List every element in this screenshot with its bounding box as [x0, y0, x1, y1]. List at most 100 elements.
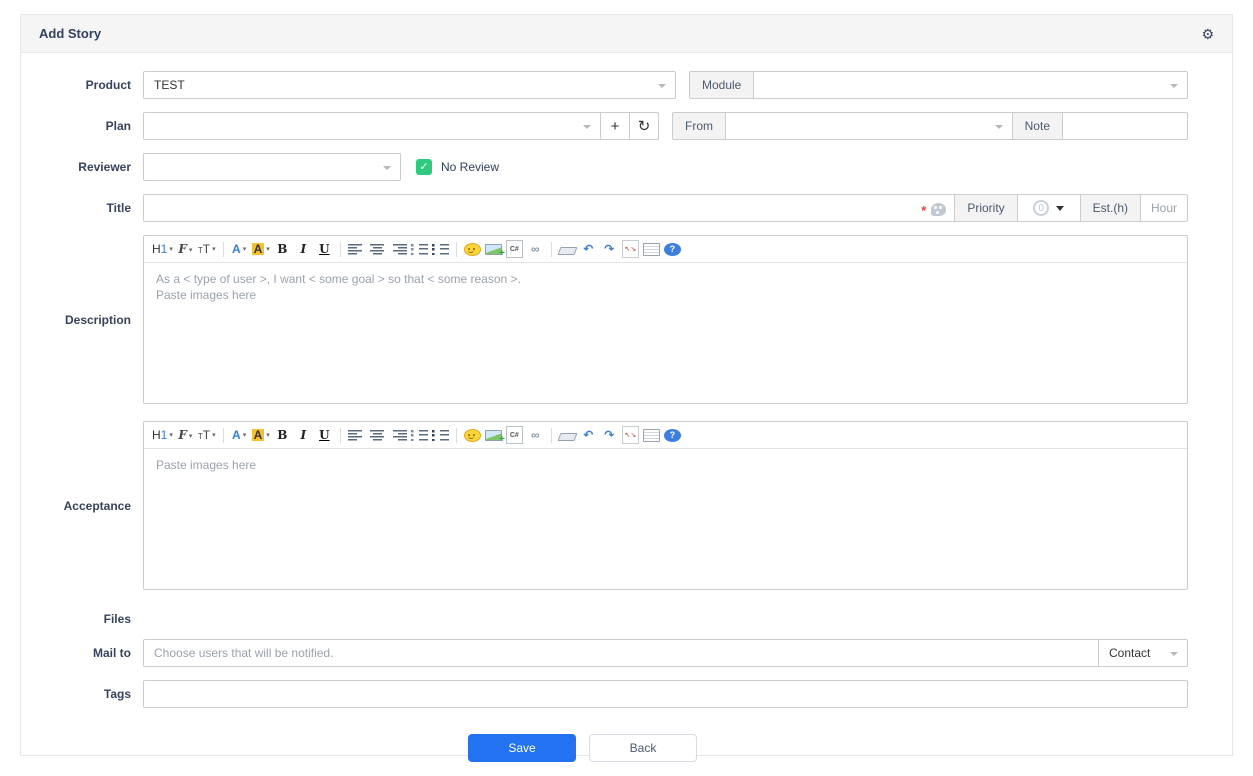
align-right-icon[interactable]: [389, 243, 407, 255]
product-select[interactable]: TEST: [143, 71, 676, 99]
plan-label: Plan: [105, 119, 131, 133]
save-button[interactable]: Save: [468, 734, 576, 762]
align-left-icon[interactable]: [347, 429, 365, 441]
back-button[interactable]: Back: [589, 734, 697, 762]
highlight-color-icon[interactable]: A ▾: [251, 240, 270, 258]
description-placeholder-line2: Paste images here: [156, 288, 257, 302]
no-review-checkbox[interactable]: ✓: [416, 159, 432, 175]
heading-icon[interactable]: H 1 ▾: [152, 426, 173, 444]
insert-image-icon[interactable]: [484, 243, 505, 259]
from-note-group: From Note: [672, 112, 1188, 140]
font-size-icon[interactable]: T T ▾: [198, 426, 216, 444]
form-actions: Save Back: [21, 734, 1188, 762]
text-color-icon[interactable]: A ▾: [231, 240, 248, 258]
font-size-icon[interactable]: T T ▾: [198, 240, 216, 258]
estimate-input-wrap: [1140, 194, 1188, 222]
acceptance-editor-toolbar: H1▾F▾TT▾A▾A▾BIUC#∞↶↷↖↘?: [144, 422, 1187, 449]
estimate-input[interactable]: [1141, 195, 1187, 221]
underline-icon[interactable]: U: [316, 240, 333, 258]
color-palette-icon[interactable]: [931, 202, 947, 216]
redo-icon[interactable]: ↷: [601, 426, 618, 444]
emoticon-icon[interactable]: [463, 428, 481, 442]
priority-badge: 0: [1033, 200, 1050, 216]
title-input[interactable]: [144, 195, 955, 221]
reviewer-select[interactable]: [143, 153, 401, 181]
emoticon-icon[interactable]: [463, 242, 481, 256]
module-group: Module: [689, 71, 1188, 99]
fullscreen-icon[interactable]: ↖ ↘: [621, 426, 639, 444]
italic-icon[interactable]: I: [295, 240, 312, 258]
plan-select[interactable]: [143, 112, 601, 140]
refresh-plans-button[interactable]: ↻: [629, 112, 659, 140]
acceptance-editor-body[interactable]: Paste images here: [144, 449, 1187, 589]
description-editor-body[interactable]: As a < type of user >, I want < some goa…: [144, 263, 1187, 403]
contact-select[interactable]: Contact: [1098, 639, 1188, 667]
insert-image-icon[interactable]: [484, 429, 505, 445]
unordered-list-icon[interactable]: [431, 429, 449, 441]
hyperlink-icon[interactable]: ∞: [527, 240, 544, 258]
note-input[interactable]: [1063, 113, 1187, 139]
unordered-list-icon[interactable]: [431, 243, 449, 255]
align-right-icon[interactable]: [389, 429, 407, 441]
underline-icon[interactable]: U: [316, 426, 333, 444]
tags-label: Tags: [103, 687, 131, 701]
help-icon[interactable]: ?: [663, 428, 681, 442]
priority-select[interactable]: 0: [1016, 194, 1081, 222]
fullscreen-icon[interactable]: ↖ ↘: [621, 240, 639, 258]
italic-icon[interactable]: I: [295, 426, 312, 444]
toolbar-separator: [455, 427, 457, 443]
hyperlink-icon[interactable]: ∞: [527, 426, 544, 444]
bold-icon[interactable]: B: [274, 426, 291, 444]
remove-format-icon[interactable]: [557, 247, 578, 255]
chevron-down-icon: [1056, 205, 1065, 211]
align-center-icon[interactable]: [368, 429, 386, 441]
align-center-icon[interactable]: [368, 243, 386, 255]
font-family-icon[interactable]: F ▾: [177, 240, 194, 258]
module-addon-label: Module: [689, 71, 755, 99]
files-upload-area[interactable]: [143, 605, 1188, 633]
mailto-row: Mail to Contact: [21, 639, 1188, 667]
required-asterisk: *: [921, 203, 927, 218]
toolbar-separator: [455, 241, 457, 257]
ordered-list-icon[interactable]: [410, 429, 428, 441]
settings-gear-icon[interactable]: ⚙: [1201, 27, 1214, 41]
align-left-icon[interactable]: [347, 243, 365, 255]
add-plan-button[interactable]: +: [600, 112, 630, 140]
chevron-down-icon: [994, 125, 1003, 129]
paste-code-icon[interactable]: C#: [505, 240, 523, 258]
heading-icon[interactable]: H 1 ▾: [152, 240, 173, 258]
text-color-icon[interactable]: A ▾: [231, 426, 248, 444]
tags-input[interactable]: [144, 681, 1187, 707]
acceptance-label: Acceptance: [63, 498, 131, 513]
highlight-color-icon[interactable]: A ▾: [251, 426, 270, 444]
plus-icon: +: [610, 117, 620, 135]
module-select[interactable]: [753, 71, 1188, 99]
description-placeholder-line1: As a < type of user >, I want < some goa…: [156, 272, 521, 286]
no-review-label[interactable]: No Review: [441, 160, 499, 174]
product-select-value: TEST: [154, 78, 185, 92]
check-icon: ✓: [419, 160, 429, 173]
refresh-icon: ↻: [637, 117, 651, 135]
description-label: Description: [64, 312, 131, 327]
contact-select-value: Contact: [1109, 646, 1151, 660]
redo-icon[interactable]: ↷: [601, 240, 618, 258]
help-icon[interactable]: ?: [663, 242, 681, 256]
source-code-icon[interactable]: [642, 428, 660, 442]
from-select[interactable]: [725, 112, 1013, 140]
font-family-icon[interactable]: F ▾: [177, 426, 194, 444]
chevron-down-icon: [1170, 652, 1178, 656]
note-input-wrap: [1062, 112, 1188, 140]
mailto-input[interactable]: [144, 640, 1098, 666]
bold-icon[interactable]: B: [274, 240, 291, 258]
toolbar-separator: [339, 241, 341, 257]
panel-header: Add Story ⚙: [21, 15, 1232, 53]
remove-format-icon[interactable]: [557, 433, 578, 441]
ordered-list-icon[interactable]: [410, 243, 428, 255]
paste-code-icon[interactable]: C#: [505, 426, 523, 444]
acceptance-placeholder: Paste images here: [156, 458, 257, 472]
source-code-icon[interactable]: [642, 242, 660, 256]
undo-icon[interactable]: ↶: [580, 426, 597, 444]
description-editor-toolbar: H1▾F▾TT▾A▾A▾BIUC#∞↶↷↖↘?: [144, 236, 1187, 263]
undo-icon[interactable]: ↶: [580, 240, 597, 258]
mailto-label: Mail to: [93, 646, 131, 660]
